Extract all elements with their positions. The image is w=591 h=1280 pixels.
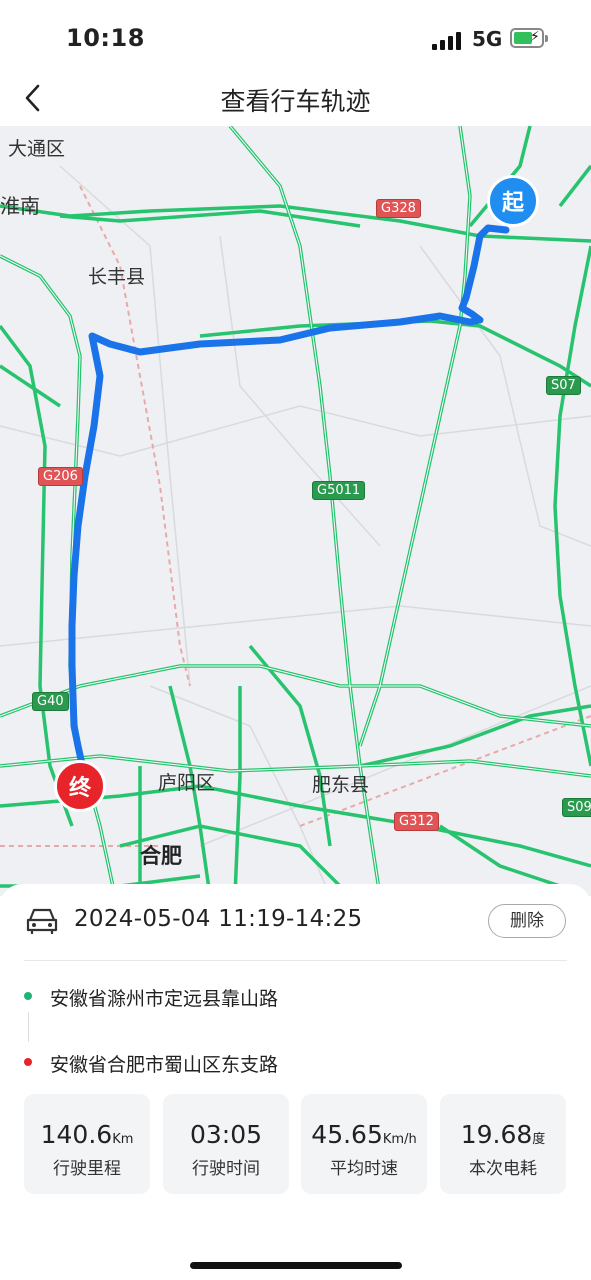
- place-label: 大通区: [8, 138, 66, 160]
- stat-unit: 度: [532, 1132, 546, 1147]
- home-indicator[interactable]: [190, 1262, 402, 1269]
- route-connector: [28, 1012, 29, 1042]
- stat-value: 45.65: [311, 1120, 383, 1149]
- network-type: 5G: [472, 27, 503, 51]
- battery-icon: ⚡: [510, 28, 548, 48]
- stat-unit: Km/h: [382, 1132, 417, 1147]
- stat-card-avg-speed: 45.65Km/h 平均时速: [301, 1094, 427, 1194]
- end-dot-icon: [24, 1058, 32, 1066]
- status-time: 10:18: [66, 24, 145, 52]
- place-label: 淮南: [0, 194, 40, 218]
- signal-icon: [432, 30, 464, 50]
- highway-shield: G312: [394, 812, 439, 831]
- start-dot-icon: [24, 992, 32, 1000]
- place-label: 庐阳区: [158, 772, 216, 794]
- start-address: 安徽省滁州市定远县靠山路: [50, 988, 279, 1010]
- stat-label: 本次电耗: [469, 1159, 537, 1179]
- stat-label: 行驶里程: [53, 1159, 121, 1179]
- highway-shield: G328: [376, 199, 421, 218]
- page-title: 查看行车轨迹: [220, 87, 371, 116]
- stat-unit: Km: [112, 1132, 134, 1147]
- route-line: [68, 224, 510, 768]
- stat-value: 140.6: [40, 1120, 113, 1149]
- stat-card-energy: 19.68度 本次电耗: [440, 1094, 566, 1194]
- car-icon: [24, 904, 60, 938]
- place-label: 合肥: [140, 844, 182, 868]
- end-marker[interactable]: 终: [54, 760, 106, 812]
- stat-value: 19.68: [460, 1120, 533, 1149]
- stat-card-duration: 03:05 行驶时间: [163, 1094, 289, 1194]
- status-bar: 10:18 5G ⚡: [0, 0, 591, 70]
- nav-bar: 查看行车轨迹: [0, 70, 591, 126]
- delete-button[interactable]: 删除: [488, 904, 566, 938]
- route-map[interactable]: 大通区 淮南 长丰县 庐阳区 肥东县 合肥 G328 G206 G5011 S0…: [0, 126, 591, 896]
- start-marker[interactable]: 起: [487, 175, 539, 227]
- highway-shield: G40: [32, 692, 69, 711]
- stat-label: 平均时速: [330, 1159, 398, 1179]
- stat-value: 03:05: [189, 1120, 263, 1149]
- stat-card-distance: 140.6Km 行驶里程: [24, 1094, 150, 1194]
- highway-shield: S07: [546, 376, 581, 395]
- end-address: 安徽省合肥市蜀山区东支路: [50, 1054, 279, 1076]
- divider: [24, 960, 567, 961]
- place-label: 肥东县: [312, 774, 370, 796]
- highway-shield: S09: [562, 798, 591, 817]
- highway-shield: G206: [38, 467, 83, 486]
- stat-label: 行驶时间: [192, 1159, 260, 1179]
- trip-date-range: 2024-05-04 11:19-14:25: [74, 906, 363, 932]
- place-label: 长丰县: [88, 266, 146, 288]
- trip-detail-sheet: 2024-05-04 11:19-14:25 删除 安徽省滁州市定远县靠山路 安…: [0, 884, 591, 1280]
- highway-shield: G5011: [312, 481, 366, 500]
